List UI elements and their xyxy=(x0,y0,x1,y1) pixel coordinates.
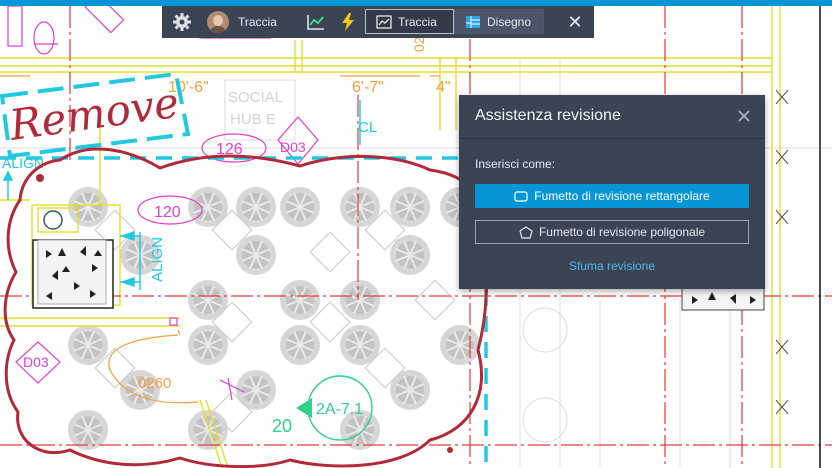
room-name-social: SOCIAL xyxy=(228,89,283,106)
tab-trace[interactable]: Traccia xyxy=(365,9,454,34)
insert-as-label: Inserisci come: xyxy=(475,157,556,171)
markup-toolbar: Traccia Traccia Disegno ✕ xyxy=(162,6,594,38)
section-tag-2a-7-1: 2A-7.1 xyxy=(316,401,363,418)
layout-icon xyxy=(466,15,480,28)
panel-title: Assistenza revisione xyxy=(475,107,621,124)
close-icon[interactable]: ✕ xyxy=(566,12,584,32)
door-tag-d03-a: D03 xyxy=(280,139,306,155)
door-tag-d03-b: D03 xyxy=(23,354,49,370)
polygon-cloud-icon xyxy=(519,225,533,239)
chart-icon[interactable] xyxy=(306,13,326,31)
tab-drawing[interactable]: Disegno xyxy=(454,9,544,34)
trace-user-label[interactable]: Traccia xyxy=(238,15,277,29)
gear-icon[interactable] xyxy=(172,12,192,32)
label-0260: 0260 xyxy=(138,375,171,392)
tab-drawing-label: Disegno xyxy=(487,14,532,29)
rectangular-cloud-label: Fumetto di revisione rettangolare xyxy=(534,189,710,203)
rectangular-cloud-button[interactable]: Fumetto di revisione rettangolare xyxy=(475,184,749,208)
lightning-icon[interactable] xyxy=(340,12,356,32)
avatar[interactable] xyxy=(207,11,229,33)
room-name-hub: HUB E xyxy=(230,111,276,128)
blur-revision-link[interactable]: Sfuma revisione xyxy=(459,259,765,273)
panel-divider xyxy=(459,138,765,139)
bubble-120: 120 xyxy=(154,204,181,221)
revision-assist-panel: Assistenza revisione Inserisci come: Fum… xyxy=(459,95,765,289)
polygonal-cloud-label: Fumetto di revisione poligonale xyxy=(538,225,706,239)
tab-trace-label: Traccia xyxy=(398,14,437,29)
trace-icon xyxy=(376,14,392,29)
centerline-label: CL xyxy=(358,119,377,136)
polygonal-cloud-button[interactable]: Fumetto di revisione poligonale xyxy=(475,220,749,244)
rectangle-cloud-icon xyxy=(514,190,528,202)
label-20: 20 xyxy=(272,416,292,436)
dimension-4: 4" xyxy=(436,79,451,96)
close-icon[interactable] xyxy=(735,107,753,125)
align-label-vertical: ALIGN xyxy=(149,237,166,282)
dimension-6-7: 6'-7" xyxy=(352,79,384,96)
